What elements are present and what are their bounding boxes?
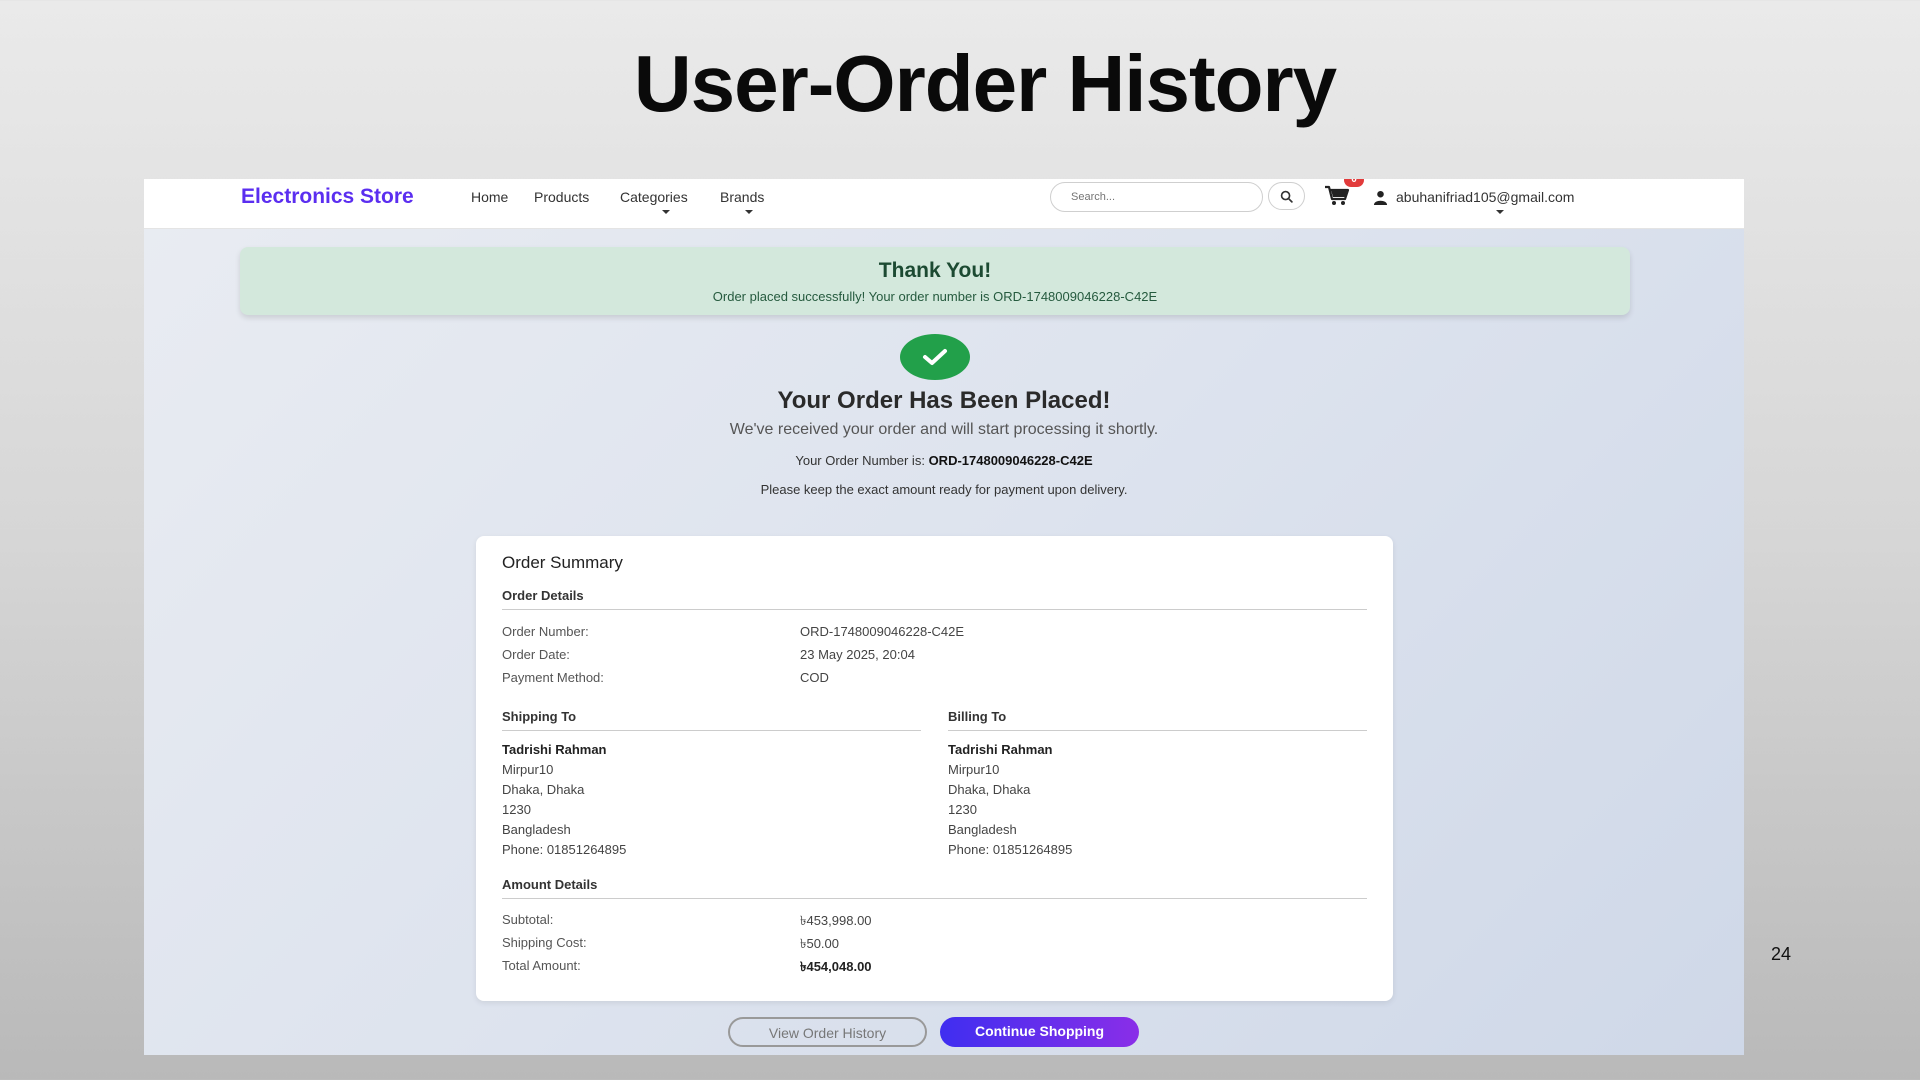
billing-line1: Mirpur10 (948, 762, 1000, 777)
cart-icon[interactable] (1324, 185, 1350, 207)
order-details-heading: Order Details (502, 588, 1367, 610)
shipping-heading: Shipping To (502, 709, 921, 731)
shipping-country: Bangladesh (502, 822, 571, 837)
alert-message: Order placed successfully! Your order nu… (712, 289, 1158, 304)
total-amount-value: ৳454,048.00 (800, 959, 872, 974)
nav-home[interactable]: Home (471, 189, 508, 205)
confirmation-title: Your Order Has Been Placed! (777, 387, 1111, 414)
shipping-postcode: 1230 (502, 802, 531, 817)
detail-value: ORD-1748009046228-C42E (800, 624, 965, 639)
user-icon (1373, 190, 1388, 205)
success-check-icon (900, 334, 970, 380)
shipping-name: Tadrishi Rahman (502, 742, 607, 757)
billing-postcode: 1230 (948, 802, 977, 817)
nav-products[interactable]: Products (534, 189, 589, 205)
detail-value: 23 May 2025, 20:04 (800, 647, 915, 662)
order-number-value: ORD-1748009046228-C42E (928, 453, 1093, 468)
shipping-line1: Mirpur10 (502, 762, 554, 777)
amount-value: ৳453,998.00 (800, 913, 872, 928)
detail-label: Order Date: (502, 647, 570, 662)
detail-label: Payment Method: (502, 670, 604, 685)
user-menu[interactable]: abuhanifriad105@gmail.com (1396, 189, 1574, 205)
categories-chevron-down-icon[interactable] (662, 210, 670, 214)
billing-country: Bangladesh (948, 822, 1017, 837)
order-summary-title: Order Summary (502, 553, 623, 572)
shipping-line2: Dhaka, Dhaka (502, 782, 585, 797)
detail-label: Order Number: (502, 624, 589, 639)
view-order-history-button[interactable]: View Order History (728, 1017, 927, 1047)
amount-label: Subtotal: (502, 912, 554, 927)
search-input[interactable] (1050, 182, 1263, 212)
success-alert: Thank You! Order placed successfully! Yo… (240, 247, 1630, 315)
billing-address: Tadrishi Rahman Mirpur10 Dhaka, Dhaka 12… (948, 740, 1072, 860)
search-icon (1280, 190, 1293, 203)
order-number-line: Your Order Number is: ORD-1748009046228-… (144, 453, 1744, 468)
nav-brands[interactable]: Brands (720, 189, 764, 205)
order-number-label: Your Order Number is: (795, 453, 925, 468)
payment-note: Please keep the exact amount ready for p… (760, 482, 1128, 497)
detail-value: COD (800, 670, 829, 685)
brands-chevron-down-icon[interactable] (745, 210, 753, 214)
search-button[interactable] (1268, 182, 1305, 210)
navbar: Electronics Store Home Products Categori… (144, 179, 1744, 229)
billing-name: Tadrishi Rahman (948, 742, 1053, 757)
order-summary-card: Order Summary Order Details Order Number… (476, 536, 1393, 1001)
amount-details-heading: Amount Details (502, 877, 1367, 899)
nav-categories[interactable]: Categories (620, 189, 688, 205)
shipping-address: Tadrishi Rahman Mirpur10 Dhaka, Dhaka 12… (502, 740, 626, 860)
screenshot: Electronics Store Home Products Categori… (144, 179, 1744, 1055)
amount-label: Shipping Cost: (502, 935, 587, 950)
confirmation-subtitle: We've received your order and will start… (729, 421, 1159, 438)
user-chevron-down-icon[interactable] (1496, 210, 1504, 214)
continue-shopping-button[interactable]: Continue Shopping (940, 1017, 1139, 1047)
amount-value: ৳50.00 (800, 936, 840, 951)
amount-label: Total Amount: (502, 958, 581, 973)
cart-count-badge: 0 (1344, 179, 1364, 187)
slide-title: User-Order History (633, 39, 1337, 128)
alert-title: Thank You! (878, 259, 992, 282)
slide-page-number: 24 (1771, 944, 1792, 964)
brand-logo[interactable]: Electronics Store (241, 185, 414, 209)
billing-phone: Phone: 01851264895 (948, 842, 1073, 857)
billing-line2: Dhaka, Dhaka (948, 782, 1031, 797)
shipping-phone: Phone: 01851264895 (502, 842, 627, 857)
billing-heading: Billing To (948, 709, 1367, 731)
